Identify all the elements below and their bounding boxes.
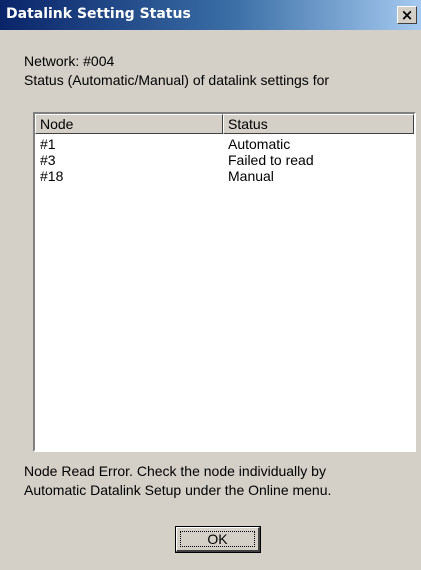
table-row[interactable]: #3 Failed to read <box>35 152 414 168</box>
description-label: Status (Automatic/Manual) of datalink se… <box>24 72 330 88</box>
table-row[interactable]: #1 Automatic <box>35 136 414 152</box>
close-icon: × <box>400 6 414 24</box>
status-list[interactable]: Node Status #1 Automatic #3 Failed to re… <box>33 112 416 452</box>
column-header-node[interactable]: Node <box>35 114 223 134</box>
close-button[interactable]: × <box>397 6 417 24</box>
node-cell: #1 <box>40 136 56 152</box>
status-cell: Automatic <box>228 136 291 152</box>
error-message-line2: Automatic Datalink Setup under the Onlin… <box>24 482 332 498</box>
ok-button[interactable]: OK <box>175 526 261 553</box>
node-cell: #18 <box>40 168 64 184</box>
dialog-window: Datalink Setting Status × Network: #004 … <box>0 0 421 570</box>
node-cell: #3 <box>40 152 56 168</box>
network-label: Network: #004 <box>24 53 115 69</box>
table-row[interactable]: #18 Manual <box>35 168 414 184</box>
window-title: Datalink Setting Status <box>6 6 191 22</box>
status-cell: Failed to read <box>228 152 314 168</box>
title-bar[interactable]: Datalink Setting Status × <box>0 0 421 30</box>
error-message-line1: Node Read Error. Check the node individu… <box>24 463 326 479</box>
ok-button-label: OK <box>207 531 228 547</box>
status-cell: Manual <box>228 168 274 184</box>
column-header-status[interactable]: Status <box>223 114 414 134</box>
